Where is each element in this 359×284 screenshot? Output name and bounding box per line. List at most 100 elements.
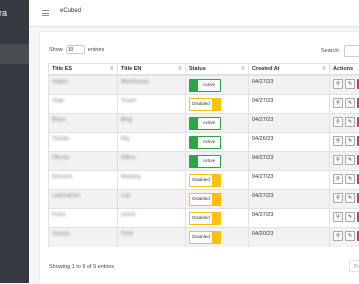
- table-row: OficinaOfficeActive 04/27/23⚲✎: [49, 151, 359, 170]
- cell-status: Active: [186, 75, 249, 94]
- table-row: ReunionMeetingDisabled04/27/23⚲✎: [49, 170, 359, 189]
- cell-created-at: 04/27/23: [249, 209, 330, 228]
- cell-actions: ⚲✎: [330, 113, 359, 132]
- pencil-icon[interactable]: ✎: [345, 193, 355, 203]
- cell-actions: ⚲✎: [330, 151, 359, 170]
- show-label: Show: [49, 47, 63, 53]
- pencil-icon[interactable]: ✎: [345, 117, 355, 127]
- column-header-title-en[interactable]: Title EN⇅: [118, 64, 186, 76]
- search-control: Search:: [321, 45, 359, 57]
- cell-title-es: Telsato: [49, 132, 118, 151]
- cell-title-en: Warehouse: [118, 75, 186, 94]
- table-info: Showing 1 to 9 of 9 entries: [49, 264, 114, 270]
- app-name[interactable]: eCubed: [60, 8, 81, 14]
- cell-status: Disabled: [186, 228, 249, 247]
- cell-actions: ⚲✎: [330, 75, 359, 94]
- pencil-icon[interactable]: ✎: [345, 155, 355, 165]
- status-toggle[interactable]: Disabled: [189, 98, 221, 111]
- column-header-status[interactable]: Status⇅: [186, 64, 249, 76]
- cell-created-at: 04/27/23: [249, 190, 330, 209]
- cell-title-es: Reunion: [49, 170, 118, 189]
- table-row: BlazeBlogActive 04/27/23⚲✎: [49, 113, 359, 132]
- content-card: Show 10 entries Search: Title ES⇅ Title …: [40, 32, 359, 284]
- cell-created-at: 04/27/23: [249, 75, 330, 94]
- cell-created-at: 04/26/23: [249, 132, 330, 151]
- cell-title-en: Blog: [118, 113, 186, 132]
- status-toggle[interactable]: Active: [189, 117, 221, 130]
- status-toggle[interactable]: Active: [189, 136, 221, 149]
- pencil-icon[interactable]: ✎: [345, 231, 355, 241]
- status-toggle[interactable]: Disabled: [189, 193, 221, 206]
- magnifier-icon[interactable]: ⚲: [333, 193, 343, 203]
- column-header-actions: Actions: [330, 64, 359, 76]
- cell-title-es: Hatpro: [49, 75, 118, 94]
- cell-title-en: Lab: [118, 190, 186, 209]
- pencil-icon[interactable]: ✎: [345, 212, 355, 222]
- column-header-title-es[interactable]: Title ES⇅: [49, 64, 118, 76]
- status-toggle[interactable]: Active: [189, 155, 221, 168]
- cell-actions: ⚲✎: [330, 94, 359, 113]
- cell-title-es: Viaje: [49, 94, 118, 113]
- magnifier-icon[interactable]: ⚲: [333, 117, 343, 127]
- sort-icon: ⇅: [241, 66, 245, 72]
- cell-title-es: Blaze: [49, 113, 118, 132]
- cell-status: Disabled: [186, 170, 249, 189]
- cell-created-at: 04/27/23: [249, 113, 330, 132]
- search-input[interactable]: [344, 45, 359, 57]
- table-row: ViajeTravelDisabled 04/27/23⚲✎: [49, 94, 359, 113]
- cell-status: Active: [186, 113, 249, 132]
- status-toggle[interactable]: Disabled: [189, 212, 221, 225]
- cell-title-en: Field: [118, 228, 186, 247]
- cell-title-en: Office: [118, 151, 186, 170]
- hamburger-icon[interactable]: [42, 10, 49, 16]
- cell-status: Disabled: [186, 190, 249, 209]
- cell-actions: ⚲✎: [330, 170, 359, 189]
- magnifier-icon[interactable]: ⚲: [333, 174, 343, 184]
- table-row: LaboratorioLabDisabled 04/27/23⚲✎: [49, 190, 359, 209]
- sidebar-item-active[interactable]: [0, 44, 29, 64]
- cell-created-at: 04/20/23: [249, 228, 330, 247]
- cell-actions: ⚲✎: [330, 228, 359, 247]
- entries-label: entries: [88, 47, 105, 53]
- cell-title-es: Oficina: [49, 151, 118, 170]
- page-size-control: Show 10 entries: [49, 45, 104, 54]
- column-header-created-at[interactable]: Created At⇅: [249, 64, 330, 76]
- sidebar: ra: [0, 0, 29, 283]
- cell-title-en: Travel: [118, 94, 186, 113]
- data-table: Title ES⇅ Title EN⇅ Status⇅ Created At⇅ …: [48, 63, 359, 247]
- cell-actions: ⚲✎: [330, 209, 359, 228]
- table-row: TelsatoRigActive 04/26/23⚲✎: [49, 132, 359, 151]
- sort-icon: ⇅: [110, 66, 114, 72]
- pencil-icon[interactable]: ✎: [345, 98, 355, 108]
- cell-title-es: Campo: [49, 228, 118, 247]
- cell-created-at: 04/27/23: [249, 94, 330, 113]
- cell-title-en: Home: [118, 209, 186, 228]
- magnifier-icon[interactable]: ⚲: [333, 155, 343, 165]
- previous-page-button[interactable]: Pr: [349, 260, 359, 272]
- cell-title-es: Fotos: [49, 209, 118, 228]
- magnifier-icon[interactable]: ⚲: [333, 231, 343, 241]
- status-toggle[interactable]: Disabled: [189, 174, 221, 187]
- magnifier-icon[interactable]: ⚲: [333, 136, 343, 146]
- cell-title-en: Rig: [118, 132, 186, 151]
- magnifier-icon[interactable]: ⚲: [333, 79, 343, 89]
- table-row: FotosHomeDisabled 04/27/23⚲✎: [49, 209, 359, 228]
- brand-logo-text[interactable]: ra: [0, 0, 29, 27]
- cell-actions: ⚲✎: [330, 132, 359, 151]
- cell-title-es: Laboratorio: [49, 190, 118, 209]
- sort-icon: ⇅: [322, 66, 326, 72]
- table-row: CampoFieldDisabled 04/20/23⚲✎: [49, 228, 359, 247]
- sort-icon: ⇅: [178, 66, 182, 72]
- pencil-icon[interactable]: ✎: [345, 136, 355, 146]
- magnifier-icon[interactable]: ⚲: [333, 212, 343, 222]
- page-size-select[interactable]: 10: [66, 45, 85, 54]
- pencil-icon[interactable]: ✎: [345, 79, 355, 89]
- status-toggle[interactable]: Active: [189, 79, 221, 92]
- status-toggle[interactable]: Disabled: [189, 231, 221, 244]
- cell-created-at: 04/27/23: [249, 151, 330, 170]
- cell-created-at: 04/27/23: [249, 170, 330, 189]
- cell-status: Active: [186, 151, 249, 170]
- cell-status: Disabled: [186, 209, 249, 228]
- pencil-icon[interactable]: ✎: [345, 174, 355, 184]
- magnifier-icon[interactable]: ⚲: [333, 98, 343, 108]
